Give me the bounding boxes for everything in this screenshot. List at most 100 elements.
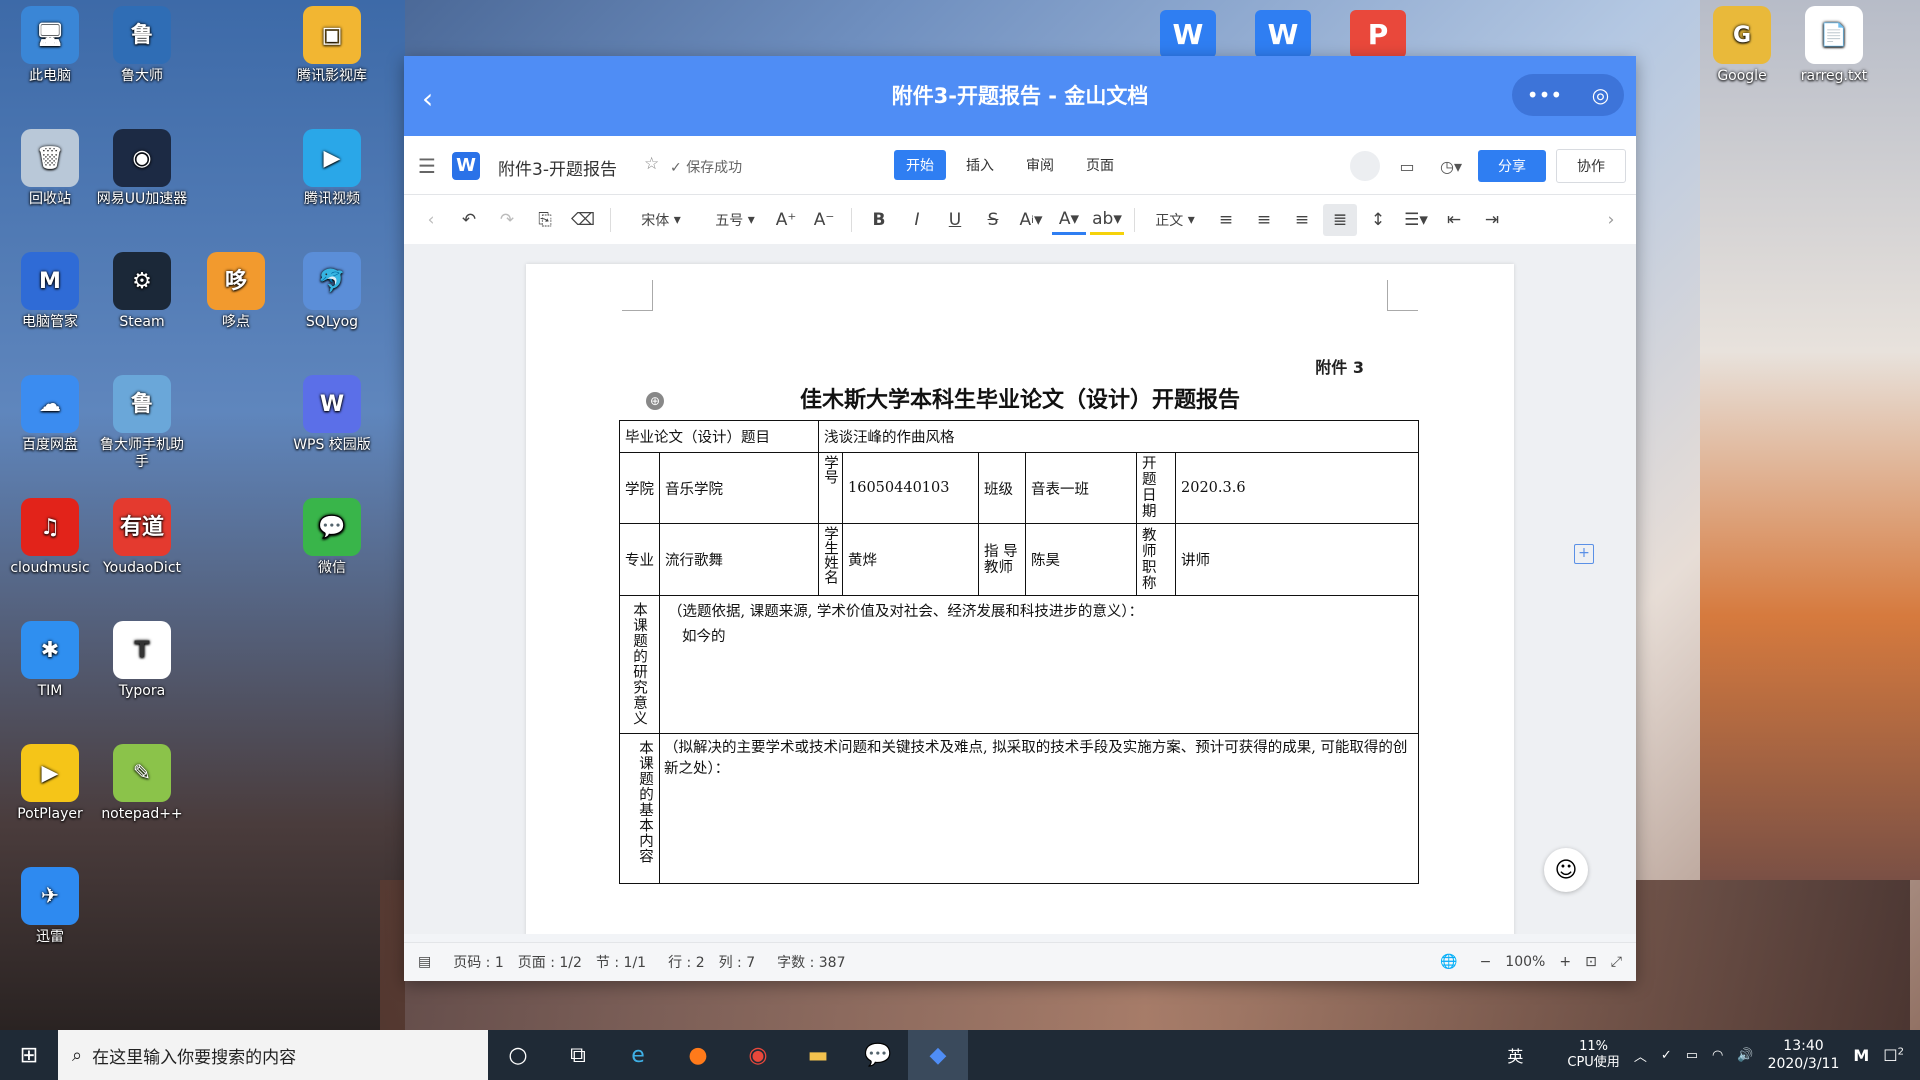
firefox-icon[interactable]: ●	[668, 1030, 728, 1080]
start-icon[interactable]: ⊞	[0, 1030, 58, 1080]
task-view-icon[interactable]: ⧉	[548, 1030, 608, 1080]
strike-icon[interactable]: S	[976, 204, 1010, 236]
desktop-icon[interactable]: 💬 微信	[284, 498, 380, 577]
doc-title[interactable]: 佳木斯大学本科生毕业论文（设计）开题报告	[526, 382, 1514, 414]
outline-icon[interactable]: ▤	[418, 954, 431, 970]
battery-icon[interactable]: ▭	[1686, 1048, 1698, 1063]
scroll-right-icon[interactable]: ›	[1594, 204, 1628, 236]
desktop-icon[interactable]: ▶ 腾讯视频	[284, 129, 380, 208]
edge-icon[interactable]: e	[608, 1030, 668, 1080]
major-value[interactable]: 流行歌舞	[659, 523, 819, 596]
format-painter-icon[interactable]: ⎘	[528, 204, 562, 236]
advisor-value[interactable]: 陈昊	[1025, 523, 1137, 596]
justify-icon[interactable]: ≣	[1323, 204, 1357, 236]
tab-review[interactable]: 审阅	[1014, 150, 1066, 180]
font-select[interactable]: 宋体 ▾	[621, 204, 701, 236]
eraser-icon[interactable]: ⌫	[566, 204, 600, 236]
doc-canvas[interactable]: 附件 3 ⊕ 佳木斯大学本科生毕业论文（设计）开题报告 毕业论文（设计）题目 浅…	[404, 244, 1636, 934]
tab-page[interactable]: 页面	[1074, 150, 1126, 180]
font-color-icon[interactable]: A▾	[1052, 206, 1086, 235]
wps-writer-top-icon-2[interactable]: W	[1255, 10, 1311, 58]
wifi-icon[interactable]: ◠	[1712, 1048, 1723, 1063]
chrome-icon[interactable]: ◉	[728, 1030, 788, 1080]
ime-icon[interactable]: 英	[1507, 1043, 1523, 1067]
grow-font-icon[interactable]: A⁺	[769, 204, 803, 236]
zoom-in-icon[interactable]: +	[1559, 954, 1571, 970]
desktop-icon[interactable]: T Typora	[94, 621, 190, 700]
undo-icon[interactable]: ↶	[452, 204, 486, 236]
bold-icon[interactable]: B	[862, 204, 896, 236]
explorer-icon[interactable]: ▬	[788, 1030, 848, 1080]
doc-name[interactable]: 附件3-开题报告	[498, 155, 617, 180]
tab-start[interactable]: 开始	[894, 150, 946, 180]
significance-text[interactable]: 如今的	[668, 625, 1410, 646]
cortana-icon[interactable]: ○	[488, 1030, 548, 1080]
desktop-icon[interactable]: ◉ 网易UU加速器	[94, 129, 190, 208]
topic-value[interactable]: 浅谈汪峰的作曲风格	[818, 420, 1419, 453]
class-value[interactable]: 音表一班	[1025, 452, 1137, 524]
kdocs-taskbar-icon[interactable]: ◆	[908, 1030, 968, 1080]
wps-writer-top-icon[interactable]: W	[1160, 10, 1216, 58]
star-icon[interactable]: ☆	[644, 154, 659, 174]
size-select[interactable]: 五号 ▾	[705, 204, 765, 236]
present-icon[interactable]: ▭	[1390, 151, 1424, 181]
clock[interactable]: 13:40 2020/3/11	[1768, 1037, 1840, 1073]
doc-page[interactable]: 附件 3 ⊕ 佳木斯大学本科生毕业论文（设计）开题报告 毕业论文（设计）题目 浅…	[526, 264, 1514, 934]
desktop-icon[interactable]: 鲁鲁大师手机助手	[94, 375, 190, 471]
underline-icon[interactable]: U	[938, 204, 972, 236]
superscript-icon[interactable]: Ai ▾	[1014, 204, 1048, 236]
assistant-icon[interactable]: ☺	[1544, 848, 1588, 892]
student-name-value[interactable]: 黄烨	[842, 523, 979, 596]
zoom-out-icon[interactable]: −	[1480, 954, 1492, 970]
date-value[interactable]: 2020.3.6	[1175, 452, 1419, 524]
zoom-level[interactable]: 100%	[1505, 954, 1545, 970]
desktop-icon[interactable]: M 电脑管家	[2, 252, 98, 331]
menu-icon[interactable]: ☰	[418, 154, 436, 178]
wps-presentation-top-icon[interactable]: P	[1350, 10, 1406, 58]
desktop-icon[interactable]: ♫ cloudmusic	[2, 498, 98, 577]
significance-cell[interactable]: （选题依据, 课题来源, 学术价值及对社会、经济发展和科技进步的意义）： 如今的	[659, 595, 1419, 734]
align-left-icon[interactable]: ≡	[1209, 204, 1243, 236]
fit-icon[interactable]: ⊡	[1585, 954, 1597, 970]
align-right-icon[interactable]: ≡	[1285, 204, 1319, 236]
desktop-icon[interactable]: G Google	[1694, 6, 1790, 85]
list-icon[interactable]: ☰▾	[1399, 204, 1433, 236]
indent-increase-icon[interactable]: ⇥	[1475, 204, 1509, 236]
content-cell[interactable]: （拟解决的主要学术或技术问题和关键技术及难点, 拟采取的技术手段及实施方案、预计…	[659, 733, 1419, 884]
pc-manager-tray-icon[interactable]: M	[1853, 1046, 1869, 1065]
share-button[interactable]: 分享	[1478, 150, 1546, 182]
desktop-icon[interactable]: ✈ 迅雷	[2, 867, 98, 946]
indent-decrease-icon[interactable]: ⇤	[1437, 204, 1471, 236]
wechat-icon[interactable]: 💬	[848, 1030, 908, 1080]
cpu-usage[interactable]: 11% CPU使用	[1567, 1039, 1619, 1071]
desktop-icon[interactable]: ▶ PotPlayer	[2, 744, 98, 823]
desktop-icon[interactable]: 📄 rarreg.txt	[1786, 6, 1882, 85]
desktop-icon[interactable]: ☁ 百度网盘	[2, 375, 98, 454]
style-select[interactable]: 正文 ▾	[1145, 204, 1205, 236]
avatar[interactable]	[1350, 151, 1380, 181]
report-table[interactable]: 毕业论文（设计）题目 浅谈汪峰的作曲风格 学院 音乐学院 学号 16050440…	[619, 420, 1419, 884]
volume-icon[interactable]: 🔊	[1737, 1048, 1753, 1063]
desktop-icon[interactable]: 🖥 此电脑	[2, 6, 98, 85]
tray-expand-icon[interactable]: ︿	[1634, 1046, 1647, 1065]
italic-icon[interactable]: I	[900, 204, 934, 236]
line-spacing-icon[interactable]: ↕	[1361, 204, 1395, 236]
desktop-icon[interactable]: ✎ notepad++	[94, 744, 190, 823]
fullscreen-icon[interactable]: ⤢	[1611, 954, 1622, 970]
desktop-icon[interactable]: W WPS 校园版	[284, 375, 380, 454]
network-bird-icon[interactable]: ✓	[1661, 1048, 1672, 1063]
history-icon[interactable]: ◷▾	[1434, 151, 1468, 181]
add-comment-icon[interactable]: +	[1574, 544, 1594, 564]
online-icon[interactable]: 🌐	[1440, 954, 1457, 970]
title-rank-value[interactable]: 讲师	[1175, 523, 1419, 596]
align-center-icon[interactable]: ≡	[1247, 204, 1281, 236]
desktop-icon[interactable]: ✱ TIM	[2, 621, 98, 700]
desktop-icon[interactable]: 鲁鲁大师	[94, 6, 190, 85]
notification-icon[interactable]: ☐2	[1883, 1046, 1904, 1065]
highlight-icon[interactable]: ab▾	[1090, 206, 1124, 235]
more-icon[interactable]: •••	[1527, 83, 1562, 107]
search-input[interactable]: ⌕ 在这里输入你要搜索的内容	[58, 1030, 488, 1080]
desktop-icon[interactable]: 哆哆点	[188, 252, 284, 331]
desktop-icon[interactable]: 🗑 回收站	[2, 129, 98, 208]
desktop-icon[interactable]: ⚙ Steam	[94, 252, 190, 331]
